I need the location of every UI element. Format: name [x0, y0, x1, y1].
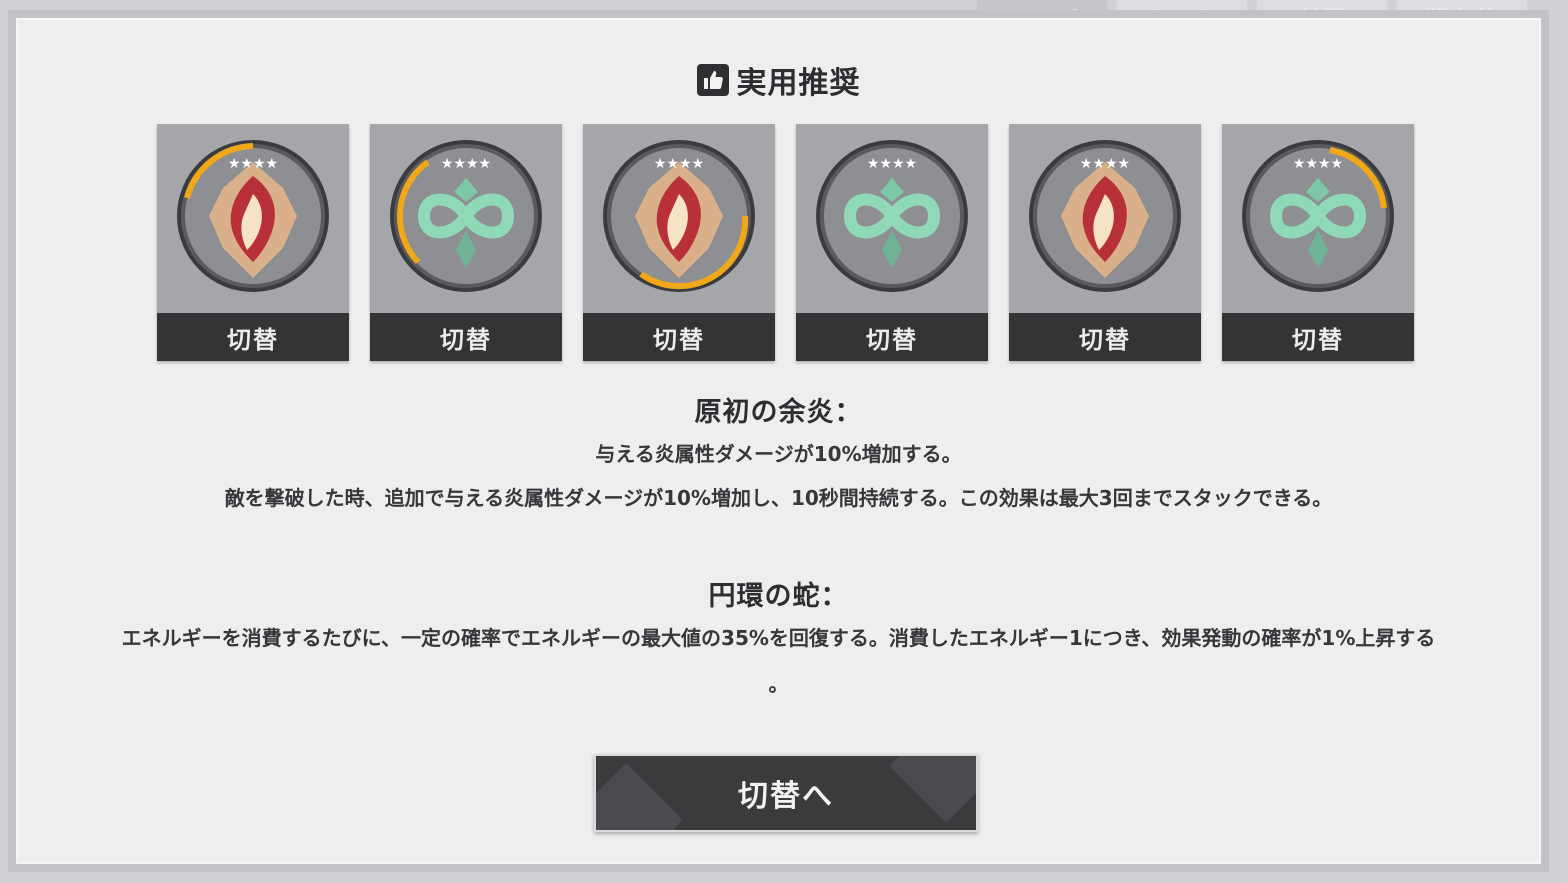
flame-emblem-icon: ★★★★	[177, 140, 329, 292]
set-name-ouroboros: 円環の蛇：	[708, 581, 849, 612]
serpent-infinity-emblem-icon: ★★★★	[816, 140, 968, 292]
set-effect-line: エネルギーを消費するたびに、一定の確率でエネルギーの最大値の35%を回復する。消…	[121, 626, 1436, 650]
modal-title: 実用推奨	[736, 66, 861, 101]
set-effect-line: 。	[768, 672, 789, 696]
svg-text:★★★★: ★★★★	[1080, 156, 1130, 172]
svg-text:★★★★: ★★★★	[441, 156, 491, 172]
switch-to-button-label: 切替へ	[738, 779, 834, 814]
serpent-infinity-emblem-icon: ★★★★	[390, 140, 542, 292]
button-decoration	[889, 756, 976, 823]
modal-header: 実用推奨	[16, 58, 1541, 102]
switch-to-button[interactable]: 切替へ	[594, 754, 978, 832]
module-card-row: ★★★★ 切替 ★★★★ 切替 ★★★★ 切替 ★★★★ 切替 ★★★★ 切替 …	[157, 124, 1414, 361]
module-card-3[interactable]: ★★★★ 切替	[583, 124, 775, 361]
serpent-infinity-emblem-icon: ★★★★	[1242, 140, 1394, 292]
svg-text:★★★★: ★★★★	[654, 156, 704, 172]
set-name-primordial-flame: 原初の余炎：	[694, 397, 863, 428]
module-card-2[interactable]: ★★★★ 切替	[370, 124, 562, 361]
button-decoration	[596, 763, 683, 830]
module-card-4[interactable]: ★★★★ 切替	[796, 124, 988, 361]
module-card-1[interactable]: ★★★★ 切替	[157, 124, 349, 361]
set-effect-line: 敵を撃破した時、追加で与える炎属性ダメージが10%増加し、10秒間持続する。この…	[224, 486, 1333, 510]
svg-text:★★★★: ★★★★	[867, 156, 917, 172]
module-card-6[interactable]: ★★★★ 切替	[1222, 124, 1414, 361]
flame-emblem-icon: ★★★★	[603, 140, 755, 292]
card-switch-button[interactable]: 切替	[1222, 313, 1414, 361]
card-switch-button[interactable]: 切替	[583, 313, 775, 361]
card-switch-button[interactable]: 切替	[796, 313, 988, 361]
card-switch-button[interactable]: 切替	[1009, 313, 1201, 361]
set-effect-line: 与える炎属性ダメージが10%増加する。	[595, 442, 962, 466]
card-switch-button[interactable]: 切替	[157, 313, 349, 361]
svg-text:★★★★: ★★★★	[228, 156, 278, 172]
module-card-5[interactable]: ★★★★ 切替	[1009, 124, 1201, 361]
recommendation-modal: 実用推奨 ★★★★ 切替 ★★★★ 切替 ★★★★ 切替 ★★★★ 切替 ★★★…	[8, 10, 1549, 872]
thumbs-up-icon	[696, 64, 729, 96]
svg-text:★★★★: ★★★★	[1293, 156, 1343, 172]
card-switch-button[interactable]: 切替	[370, 313, 562, 361]
flame-emblem-icon: ★★★★	[1029, 140, 1181, 292]
